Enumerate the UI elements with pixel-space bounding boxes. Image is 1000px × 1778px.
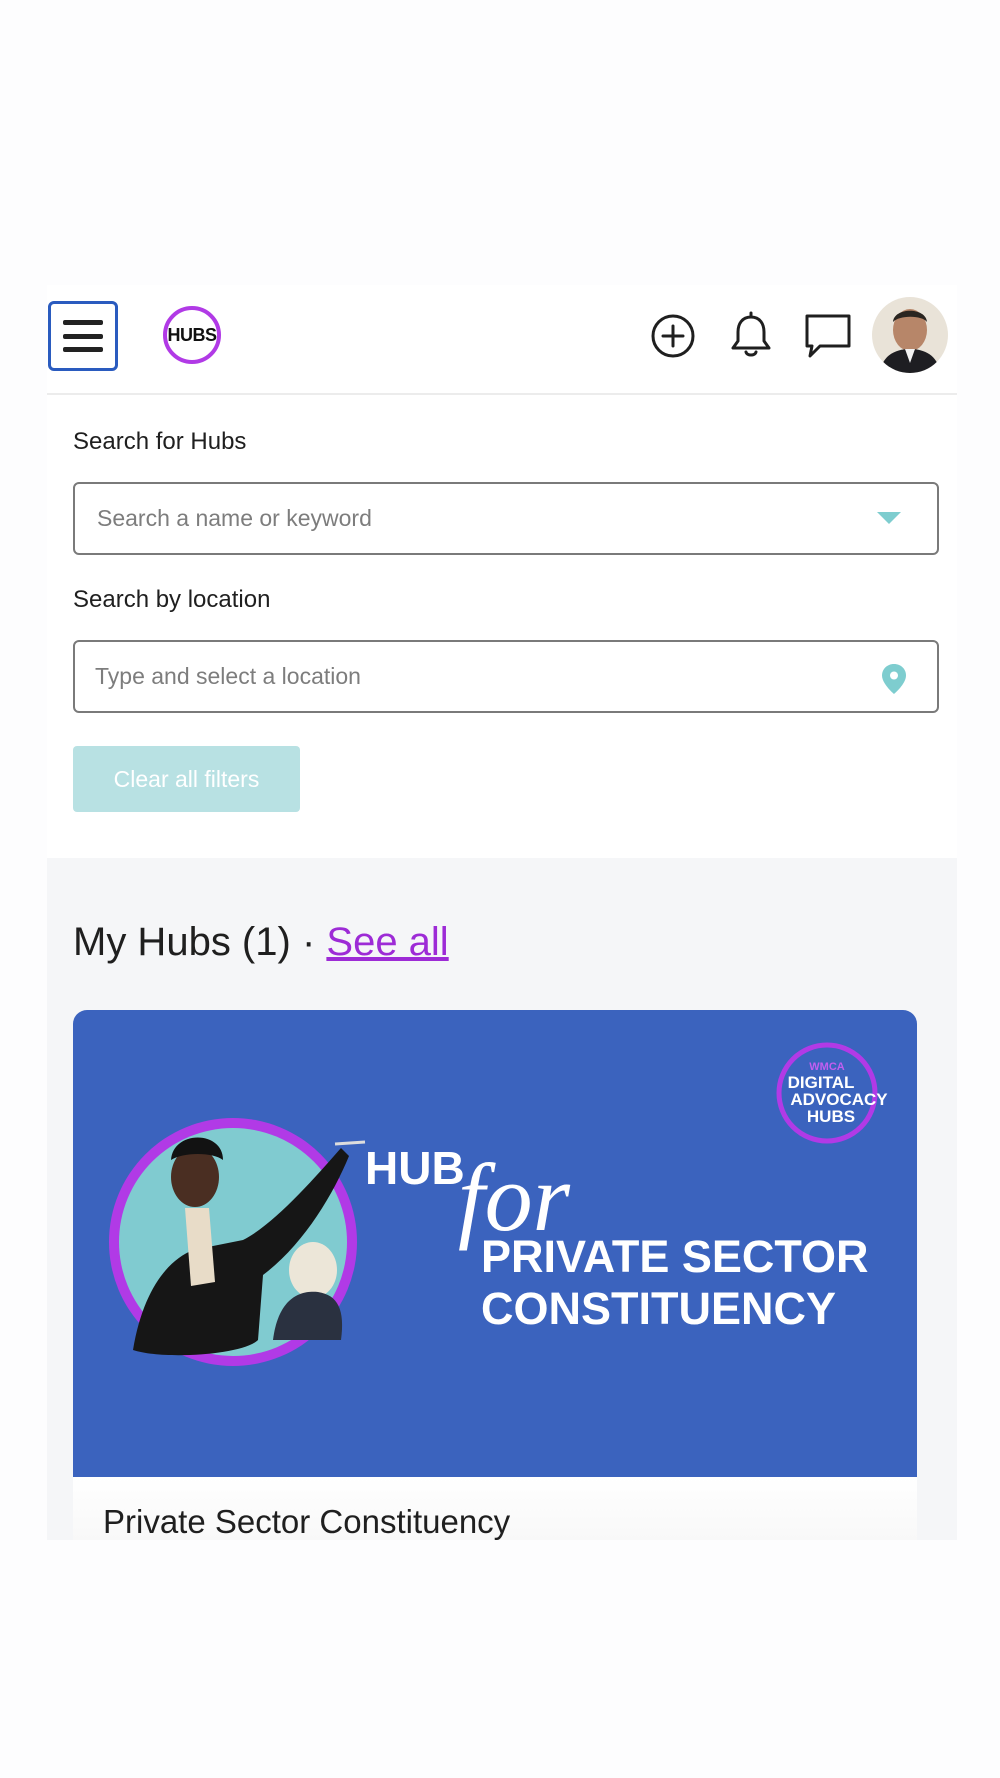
avatar[interactable] xyxy=(872,297,948,373)
hubs-logo[interactable]: HUBS xyxy=(160,303,224,367)
hubs-search-label: Search for Hubs xyxy=(73,428,247,455)
hubs-search-placeholder: Search a name or keyword xyxy=(97,505,372,531)
map-pin-icon xyxy=(882,664,906,694)
banner-line-1: PRIVATE SECTOR xyxy=(481,1231,869,1282)
caret-down-icon xyxy=(877,512,901,524)
location-search-label: Search by location xyxy=(73,586,271,613)
hub-card-title: Private Sector Constituency xyxy=(103,1503,511,1540)
top-bar: HUBS xyxy=(47,285,957,395)
hub-banner: HUB for PRIVATE SECTOR CONSTITUENCY WMCA… xyxy=(73,1010,917,1477)
my-hubs-heading: My Hubs (1) · See all xyxy=(73,920,449,965)
menu-icon xyxy=(63,320,103,352)
plus-circle-icon[interactable] xyxy=(647,310,699,362)
top-spacer xyxy=(47,0,957,285)
logo-text: HUBS xyxy=(167,324,217,345)
badge-top-text: WMCA xyxy=(809,1061,844,1073)
bell-icon[interactable] xyxy=(725,310,777,362)
see-all-link[interactable]: See all xyxy=(326,920,448,964)
app-screen: HUBS Search for Hubs Search a name or ke… xyxy=(47,0,957,1540)
my-hubs-section: My Hubs (1) · See all HUB for PRIVATE SE… xyxy=(47,858,957,1540)
clear-filters-button[interactable]: Clear all filters xyxy=(73,746,300,812)
badge-line-3: HUBS xyxy=(807,1107,855,1126)
banner-hub-word: HUB xyxy=(365,1142,465,1194)
hubs-search-dropdown[interactable]: Search a name or keyword xyxy=(73,482,939,555)
hub-card-body: Private Sector Constituency xyxy=(73,1477,917,1540)
marker xyxy=(334,1140,366,1146)
location-search-input[interactable]: Type and select a location xyxy=(73,640,939,713)
my-hubs-title: My Hubs (1) xyxy=(73,920,291,964)
menu-button[interactable] xyxy=(48,301,118,371)
title-separator: · xyxy=(301,920,316,964)
hub-banner-art: HUB for PRIVATE SECTOR CONSTITUENCY WMCA… xyxy=(109,1042,888,1366)
chat-bubble-icon[interactable] xyxy=(802,310,854,362)
hub-card[interactable]: HUB for PRIVATE SECTOR CONSTITUENCY WMCA… xyxy=(73,1010,917,1540)
banner-line-2: CONSTITUENCY xyxy=(481,1283,836,1334)
location-search-placeholder: Type and select a location xyxy=(95,663,361,689)
user-photo xyxy=(872,297,948,373)
second-person-head xyxy=(289,1242,337,1298)
